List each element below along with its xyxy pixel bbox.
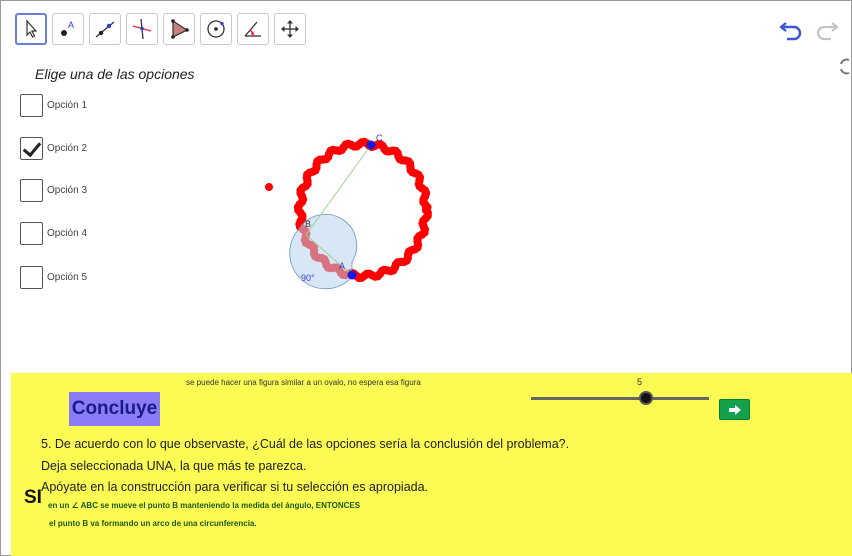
polygon-icon [171, 19, 189, 39]
move-tool-button[interactable] [15, 13, 47, 45]
redo-icon[interactable] [813, 17, 841, 41]
option-5[interactable]: Opción 5 [20, 266, 87, 289]
slider-thumb[interactable] [639, 391, 653, 405]
instruction-verify: Apóyate en la construcción para verifica… [41, 480, 429, 494]
si-label: SI [24, 487, 42, 508]
perpendicular-tool-button[interactable] [126, 13, 158, 45]
option-5-checkbox[interactable] [20, 266, 43, 289]
instruction-select: Deja seleccionada UNA, la que más te par… [41, 459, 307, 473]
geogebra-applet: A α C A B 90° Elige una de las opciones … [0, 0, 852, 556]
option-4-checkbox[interactable] [20, 222, 43, 245]
option-2-label: Opción 2 [47, 143, 88, 154]
graphics-view[interactable]: C A B 90° Elige una de las opciones Opci… [11, 57, 852, 369]
option-3[interactable]: Opción 3 [20, 179, 87, 202]
angle-icon: α [244, 21, 261, 37]
move-arrows-icon [281, 20, 299, 38]
angle-tool-button[interactable]: α [237, 13, 269, 45]
instructions-panel: se puede hacer una figura similar a un o… [11, 373, 852, 556]
point-c[interactable] [366, 140, 376, 150]
arrow-right-icon [728, 404, 741, 415]
perpendicular-line-icon [132, 18, 152, 40]
point-a[interactable] [347, 270, 357, 280]
concluye-button[interactable]: Concluye [69, 392, 160, 426]
option-1-label: Opción 1 [47, 100, 88, 111]
option-2-checkbox[interactable] [20, 137, 43, 160]
undo-icon[interactable] [777, 17, 805, 41]
point-b-label: B [305, 219, 311, 229]
undo-redo-group [777, 17, 841, 41]
option-3-label: Opción 3 [47, 185, 88, 196]
polygon-tool-button[interactable] [163, 13, 195, 45]
toolbar: A α [15, 13, 306, 47]
teacher-note: se puede hacer una figura similar a un o… [186, 378, 421, 387]
cursor-arrow-icon [26, 19, 38, 38]
line-tool-button[interactable] [89, 13, 121, 45]
free-point[interactable] [265, 183, 273, 191]
point-a-label: A [339, 261, 345, 271]
svg-text:A: A [68, 20, 74, 30]
move-view-tool-button[interactable] [274, 13, 306, 45]
angle-value-label: 90° [301, 273, 315, 283]
option-1-checkbox[interactable] [20, 94, 43, 117]
svg-text:α: α [251, 31, 255, 37]
animation-play-button[interactable] [719, 399, 750, 420]
option-4[interactable]: Opción 4 [20, 222, 87, 245]
point-icon: A [61, 20, 74, 36]
geometry-construction[interactable]: C A B 90° [11, 57, 852, 369]
option-5-label: Opción 5 [47, 272, 88, 283]
slider-track[interactable] [531, 397, 709, 400]
question-label: Elige una de las opciones [35, 66, 195, 82]
point-c-label: C [376, 133, 383, 143]
question-paragraph: 5. De acuerdo con lo que observaste, ¿Cu… [41, 437, 570, 451]
option-2[interactable]: Opción 2 [20, 137, 87, 160]
point-tool-button[interactable]: A [52, 13, 84, 45]
circle-tool-button[interactable] [200, 13, 232, 45]
option-3-checkbox[interactable] [20, 179, 43, 202]
answer-line-2: el punto B va formando un arco de una ci… [49, 519, 257, 528]
answer-line-1: en un ∠ ABC se mueve el punto B mantenie… [48, 501, 361, 510]
option-1[interactable]: Opción 1 [20, 94, 87, 117]
option-4-label: Opción 4 [47, 228, 88, 239]
circle-with-center-icon [207, 20, 225, 38]
trace-dot [423, 203, 432, 212]
line-icon [95, 21, 115, 38]
slider-value: 5 [637, 377, 643, 387]
